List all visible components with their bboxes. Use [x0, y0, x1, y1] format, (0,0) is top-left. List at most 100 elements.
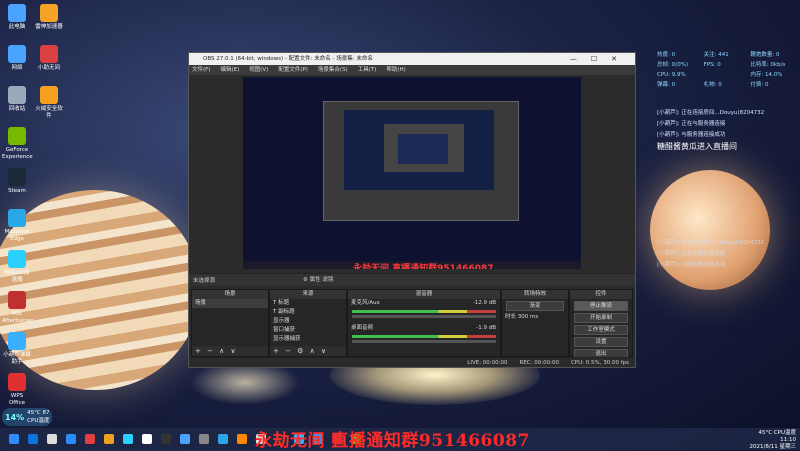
desktop-icon[interactable]: 回收站 — [2, 86, 32, 113]
source-item[interactable]: T 标题 — [270, 299, 346, 308]
stat: CPU: 9.9% — [657, 72, 686, 78]
desktop-icon[interactable]: Steam — [2, 168, 32, 195]
desktop-icon[interactable]: 火绒安全软件 — [34, 86, 64, 120]
desktop-icon[interactable]: Microsoft Edge — [2, 209, 32, 243]
desktop-icon[interactable]: 网易UU加速器 — [2, 250, 32, 284]
cpu-fps: CPU: 0.5%, 30.00 fps — [570, 360, 629, 366]
menu-profile[interactable]: 配置文件(P) — [278, 65, 308, 75]
menu-scene-collection[interactable]: 场景集合(S) — [318, 65, 348, 75]
cpu-widget: 14% 45°C 87 CPU温度 — [2, 408, 52, 426]
app-icon — [8, 168, 26, 186]
app-icon — [8, 250, 26, 268]
source-controls[interactable]: + − ⚙ ∧ ∨ — [270, 346, 346, 356]
taskbar-app-icon[interactable] — [85, 434, 95, 444]
taskbar-app-icon[interactable] — [218, 434, 228, 444]
track-db: -1.9 dB — [476, 325, 496, 331]
stat: 关注: 441 — [703, 52, 729, 58]
menu-edit[interactable]: 编辑(E) — [220, 65, 239, 75]
window-controls[interactable]: —☐✕ — [570, 53, 631, 65]
app-icon — [40, 86, 58, 104]
scene-item[interactable]: 场景 — [192, 299, 268, 308]
properties-filters[interactable]: ⚙ 属性 滤镜 — [303, 275, 333, 283]
app-icon — [8, 127, 26, 145]
taskbar-app-icon[interactable] — [66, 434, 76, 444]
dock-title: 混音器 — [348, 290, 500, 299]
taskbar-app-icon[interactable] — [142, 434, 152, 444]
app-icon — [40, 4, 58, 22]
settings-button[interactable]: 设置 — [574, 337, 628, 347]
desktop-icon[interactable]: 小葫芦弹幕助手 — [2, 332, 32, 366]
system-tray[interactable]: 45°C CPU温度 11:10 2021/8/11 星期三 — [750, 430, 796, 451]
preview-overlay-text: 永劫无间 直播通知群951466087 — [353, 264, 494, 269]
taskbar-app-icon[interactable] — [123, 434, 133, 444]
chat-line: [小葫芦]: 正在连接房间...Douyu(8204732 — [657, 240, 765, 246]
transition-select[interactable]: 渐变 — [506, 301, 564, 311]
volume-slider[interactable] — [352, 315, 496, 318]
chat-line: [小葫芦]: 正在连接房间...Douyu(8204732 — [657, 110, 765, 116]
taskbar-app-icon[interactable] — [199, 434, 209, 444]
desktop-icon[interactable]: GeForce Experience — [2, 127, 33, 161]
app-icon — [8, 4, 26, 22]
source-item[interactable]: 显示器 — [270, 317, 346, 326]
mixer-track: 桌面音频 -1.9 dB — [348, 324, 500, 333]
dock-title: 转场特效 — [502, 290, 568, 299]
mixer-dock: 混音器 麦克风/Aux -12.9 dB 桌面音频 -1.9 dB — [347, 289, 501, 357]
menu-help[interactable]: 帮助(H) — [386, 65, 405, 75]
sources-dock: 来源 T 标题 T 副标题 显示器 窗口捕获 显示器捕获 + − ⚙ ∧ ∨ — [269, 289, 347, 357]
taskbar-app-icon[interactable] — [104, 434, 114, 444]
stream-watermark: 永劫无间 直播通知群951466087 — [255, 431, 530, 451]
source-item[interactable]: 显示器捕获 — [270, 335, 346, 344]
stat: 弹幕: 0 — [657, 82, 676, 88]
track-name: 桌面音频 — [351, 325, 374, 331]
menu-tools[interactable]: 工具(T) — [358, 65, 377, 75]
desktop-icon[interactable]: 小助无间 — [34, 45, 64, 72]
track-db: -12.9 dB — [472, 300, 496, 306]
stat: FPS: 0 — [703, 62, 721, 68]
chat-panel: [小葫芦]: 正在连接房间...Douyu(8204732 [小葫芦]: 正在与… — [657, 108, 764, 152]
chat-panel-faded: [小葫芦]: 正在连接房间...Douyu(8204732 [小葫芦]: 正在与… — [657, 238, 764, 271]
scene-controls[interactable]: + − ∧ ∨ — [192, 346, 268, 356]
desktop-icon[interactable]: MSI Afterburner — [2, 291, 34, 325]
stop-streaming-button[interactable]: 停止推流 — [574, 301, 628, 311]
desktop-icon-label: 火绒安全软件 — [35, 106, 63, 119]
app-icon — [40, 45, 58, 63]
obs-titlebar[interactable]: OBS 27.0.1 (64-bit, windows) - 配置文件: 未命名… — [189, 53, 635, 65]
mixer-track: 麦克风/Aux -12.9 dB — [348, 299, 500, 308]
desktop-icon[interactable]: 雷神加速器 — [34, 4, 64, 31]
stat: 总帧: 0(0%) — [657, 62, 689, 68]
app-icon — [8, 291, 26, 309]
source-item[interactable]: T 副标题 — [270, 308, 346, 317]
nested-preview — [323, 101, 519, 221]
status-bar: LIVE: 00:00:00 REC: 00:00:00 CPU: 0.5%, … — [189, 357, 635, 367]
desktop-icon[interactable]: 此电脑 — [2, 4, 32, 31]
stat: 付费: 0 — [750, 82, 769, 88]
desktop-icon-label: MSI Afterburner — [2, 311, 34, 324]
start-recording-button[interactable]: 开始录制 — [574, 313, 628, 323]
obs-window: OBS 27.0.1 (64-bit, windows) - 配置文件: 未命名… — [188, 52, 636, 368]
volume-slider[interactable] — [352, 340, 496, 343]
menu-file[interactable]: 文件(F) — [192, 65, 210, 75]
desktop-icon-label: 网易UU加速器 — [4, 270, 30, 283]
nested-preview-3 — [398, 134, 448, 164]
menu-view[interactable]: 视图(V) — [249, 65, 268, 75]
desktop-icon[interactable]: WPS Office — [2, 373, 32, 407]
taskbar-app-icon[interactable] — [237, 434, 247, 444]
preview-canvas[interactable]: 永劫无间 直播通知群951466087 — [243, 77, 581, 269]
stat — [704, 70, 751, 80]
menu-bar: 文件(F) 编辑(E) 视图(V) 配置文件(P) 场景集合(S) 工具(T) … — [189, 65, 635, 75]
start-icon[interactable] — [9, 434, 19, 444]
rec-timer: REC: 00:00:00 — [519, 360, 559, 366]
taskbar-app-icon[interactable] — [47, 434, 57, 444]
studio-mode-button[interactable]: 工作室模式 — [574, 325, 628, 335]
desktop-icon-label: 回收站 — [8, 106, 26, 112]
taskbar-app-icon[interactable] — [180, 434, 190, 444]
volume-meter — [352, 310, 496, 313]
tray-weather: 45°C CPU温度 — [758, 430, 796, 436]
taskbar-app-icon[interactable] — [161, 434, 171, 444]
desktop-icon[interactable]: 网络 — [2, 45, 32, 72]
taskbar-app-icon[interactable] — [28, 434, 38, 444]
source-item[interactable]: 窗口捕获 — [270, 326, 346, 335]
duration-input[interactable]: 300 ms — [518, 313, 538, 322]
dock-title: 来源 — [270, 290, 346, 299]
desktop-icon-label: Steam — [8, 188, 26, 194]
